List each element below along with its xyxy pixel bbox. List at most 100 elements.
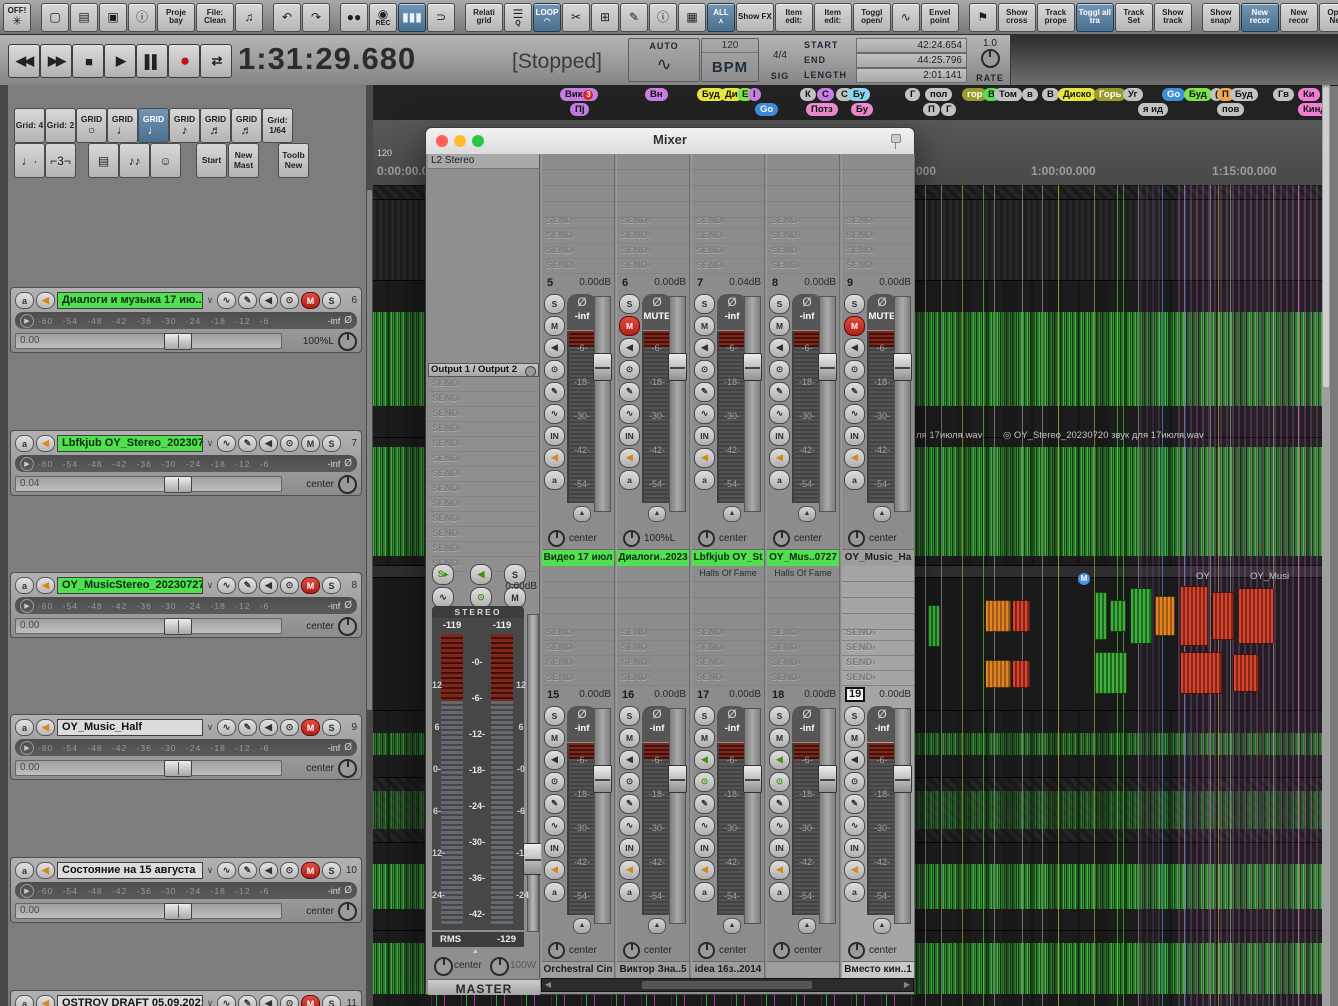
chevron-down-icon[interactable]: ∨	[205, 438, 215, 449]
send-slot[interactable]: SEND›	[692, 229, 764, 244]
routing-button[interactable]: ◀	[259, 577, 278, 594]
audio-item[interactable]	[1012, 660, 1030, 688]
project-bay-button[interactable]: Proje bay	[157, 3, 195, 32]
loop-lock-button[interactable]: LOOP ◠	[533, 3, 561, 32]
volume-fader[interactable]: 0.00	[15, 903, 282, 919]
transport-time-display[interactable]: 1:31:29.680	[238, 41, 416, 77]
input-button[interactable]: IN	[619, 426, 640, 446]
pan-knob[interactable]	[698, 942, 715, 959]
audio-item[interactable]	[1180, 586, 1208, 646]
send-slot[interactable]: SEND›	[692, 626, 764, 641]
phase-button[interactable]: Ø	[717, 294, 747, 310]
timeline-marker[interactable]: я ид	[1138, 103, 1168, 116]
new-master-button[interactable]: New Mast	[228, 143, 259, 178]
expand-arrow-icon[interactable]: ▲	[472, 948, 479, 955]
fx-slot[interactable]	[767, 170, 839, 186]
envelope-curve-button[interactable]: ∿	[892, 3, 920, 32]
vertical-scrollbar[interactable]	[366, 85, 373, 1006]
solo-button[interactable]: S	[769, 294, 790, 314]
monitor-button[interactable]: ◀	[844, 448, 865, 468]
dotted-grid-button[interactable]: ♩·	[14, 143, 45, 178]
scroll-up-icon[interactable]: ▲	[723, 506, 741, 522]
fx-pencil-button[interactable]: ✎	[238, 292, 257, 309]
auto-record-off-button[interactable]: OFF! ✳	[3, 3, 31, 32]
channel-name[interactable]: OY_Mus..0727	[767, 549, 839, 566]
fx-enable-button[interactable]: ⊙	[280, 292, 299, 309]
audio-item[interactable]	[985, 600, 1011, 632]
trim-items-button[interactable]: ⊞	[591, 3, 619, 32]
repeat-button[interactable]: ⇄	[200, 44, 232, 78]
phase-icon[interactable]: Ø	[344, 600, 352, 611]
routing-button[interactable]: ◀	[259, 292, 278, 309]
fx-pencil-button[interactable]: ✎	[844, 382, 865, 402]
fx-slot[interactable]	[542, 154, 614, 170]
send-slot[interactable]: SEND›	[617, 259, 689, 274]
channel-volume-db[interactable]: 0.04dB	[729, 277, 761, 288]
scroll-up-icon[interactable]: ▲	[798, 918, 816, 934]
input-button[interactable]: IN	[619, 838, 640, 858]
pin-icon[interactable]	[888, 133, 902, 149]
open-project-button[interactable]: ▤	[70, 3, 98, 32]
fx-pencil-button[interactable]: ✎	[238, 995, 257, 1006]
show-track-button[interactable]: Show track	[1154, 3, 1192, 32]
audio-item[interactable]	[1095, 592, 1107, 640]
envelope-button[interactable]: ∿	[769, 404, 790, 424]
monitor-icon[interactable]: ◀	[36, 292, 55, 309]
record-arm-button[interactable]: a	[15, 292, 34, 309]
send-slot[interactable]: SEND›	[617, 656, 689, 671]
channel-name[interactable]: Видео 17 июл	[542, 549, 614, 566]
pan-knob[interactable]	[548, 530, 565, 547]
mute-button[interactable]: M	[844, 728, 865, 748]
fx-slot[interactable]	[842, 186, 914, 202]
fx-enable-button[interactable]: ⊙	[769, 360, 790, 380]
fx-slot[interactable]	[617, 598, 689, 614]
play-button[interactable]: ▶	[104, 44, 136, 78]
fx-slot[interactable]	[842, 566, 914, 582]
solo-button[interactable]: S	[322, 292, 341, 309]
fx-pencil-button[interactable]: ✎	[238, 435, 257, 452]
fx-slot[interactable]	[617, 154, 689, 170]
pan-knob[interactable]	[548, 942, 565, 959]
fx-enable-button[interactable]: ⊙	[280, 719, 299, 736]
item-edit-2-button[interactable]: Item edit:	[814, 3, 852, 32]
record-arm-button[interactable]: a	[15, 435, 34, 452]
envelope-point-button[interactable]: Envel point	[921, 3, 959, 32]
timeline-marker[interactable]: Ки	[1298, 88, 1320, 101]
fx-slot[interactable]	[542, 598, 614, 614]
solo-button[interactable]: S	[322, 435, 341, 452]
envelope-button[interactable]: ∿	[844, 404, 865, 424]
timeline-marker[interactable]: П	[923, 103, 940, 116]
fx-enable-button[interactable]: ⊙	[544, 772, 565, 792]
mute-button[interactable]: M	[694, 728, 715, 748]
channel-number[interactable]: 7	[695, 277, 705, 289]
send-slot[interactable]: SEND›	[542, 244, 614, 259]
track-properties-button[interactable]: Track prope	[1037, 3, 1075, 32]
volume-fader[interactable]: 0.00	[15, 618, 282, 634]
send-slot[interactable]: SEND›	[542, 641, 614, 656]
fast-forward-button[interactable]: ▶▶	[40, 44, 72, 78]
fx-slot[interactable]	[767, 598, 839, 614]
record-arm-button[interactable]: a	[619, 470, 640, 490]
fx-slot[interactable]	[842, 170, 914, 186]
channel-name[interactable]	[767, 961, 839, 978]
input-button[interactable]: IN	[769, 838, 790, 858]
mute-button[interactable]: M	[301, 995, 320, 1006]
monitor-button[interactable]: ◀	[844, 860, 865, 880]
send-slot[interactable]: SEND›	[542, 656, 614, 671]
audio-item[interactable]	[1238, 588, 1274, 644]
send-slot[interactable]: SEND›	[692, 214, 764, 229]
pan-knob[interactable]	[623, 942, 640, 959]
phase-icon[interactable]: Ø	[344, 885, 352, 896]
envelope-button[interactable]: ∿	[619, 816, 640, 836]
tempo-walk-button[interactable]: ♪♪	[119, 143, 150, 178]
grid-quarter-button[interactable]: GRID ♩	[138, 108, 169, 143]
channel-name[interactable]: Lbfkjub OY_St	[692, 549, 764, 566]
envelope-button[interactable]: ∿	[694, 404, 715, 424]
all-envelopes-button[interactable]: ALL ⋏	[707, 3, 735, 32]
fx-enable-button[interactable]: ⊙	[280, 577, 299, 594]
send-slot[interactable]: SEND›	[842, 229, 914, 244]
pan-knob[interactable]	[773, 942, 790, 959]
routing-button[interactable]: ◀	[694, 750, 715, 770]
input-button[interactable]: IN	[844, 426, 865, 446]
scrollbar-handle[interactable]	[642, 981, 812, 989]
